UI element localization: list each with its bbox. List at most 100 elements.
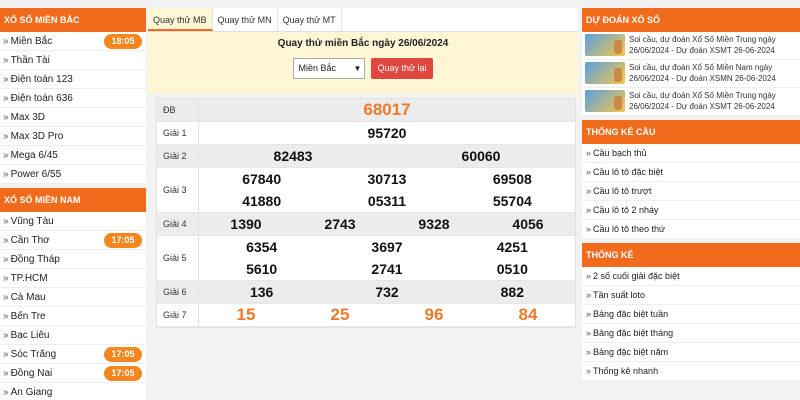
stats-link[interactable]: » 2 số cuối giải đặc biệt [582, 267, 800, 286]
prize-number: 30713 [367, 171, 407, 187]
bullet-icon: » [586, 347, 592, 357]
stats-link[interactable]: » Bảng đặc biệt tuần [582, 305, 800, 324]
prediction-line: Soi cầu, dự đoán Xổ Số Miền Trung ngày [629, 35, 776, 44]
stats-link-label: Tần suất loto [593, 290, 646, 300]
stats-panel: Thống kê » 2 số cuối giải đặc biệt» Tần su… [582, 243, 800, 381]
draw-time-badge: 17:05 [104, 233, 142, 248]
stats-title: Thống kê [582, 243, 800, 267]
prize-number: 6354 [246, 239, 278, 255]
lottery-link[interactable]: » Vũng Tàu [0, 212, 146, 231]
prize-label: Giải 4 [157, 213, 199, 235]
lottery-link[interactable]: » Bến Tre [0, 307, 146, 326]
stats-link-label: Cầu bạch thủ [593, 148, 647, 158]
prediction-text: Soi cầu, dự đoán Xổ Số Miền Nam ngày 26/0… [629, 62, 776, 85]
prediction-item[interactable]: Soi cầu, dự đoán Xổ Số Miền Trung ngày 26… [582, 88, 800, 116]
lottery-link-label: Sóc Trăng [10, 349, 57, 360]
prize-number: 2743 [324, 216, 356, 232]
prediction-title: Dự đoán xổ số [582, 8, 800, 32]
prize-number: 1390 [230, 216, 262, 232]
prediction-thumbnail [585, 90, 625, 112]
bullet-icon: » [3, 235, 9, 246]
lottery-link[interactable]: » Đồng Tháp [0, 250, 146, 269]
bullet-icon: » [586, 186, 592, 196]
south-lottery-panel: Xổ Số Miền Nam » Vũng Tàu» Cần Thơ 17:05» Đồ… [0, 188, 146, 400]
prize-label: Giải 6 [157, 281, 199, 303]
prize-number: 136 [249, 284, 274, 300]
prediction-text: Soi cầu, dự đoán Xổ Số Miền Trung ngày 26… [629, 90, 776, 113]
bullet-icon: » [586, 328, 592, 338]
prize-number: 882 [500, 284, 524, 300]
prediction-panel: Dự đoán xổ số Soi cầu, dự đoán Xổ Số Miề… [582, 8, 800, 116]
bullet-icon: » [3, 330, 9, 341]
stats-link[interactable]: » Bảng đặc biệt năm [582, 343, 800, 362]
stats-link[interactable]: » Thống kê nhanh [582, 362, 800, 381]
lottery-link-label: Điện toán 123 [10, 74, 73, 85]
lottery-link[interactable]: » Sóc Trăng 17:05 [0, 345, 146, 364]
stats-link-label: Cầu lô tô 2 nháy [593, 205, 659, 215]
tab-spin-mt[interactable]: Quay thử MT [278, 8, 342, 31]
stats-link[interactable]: » Cầu lô tô đặc biệt [582, 163, 800, 182]
prize-number: 05311 [367, 193, 407, 209]
lottery-link[interactable]: » Max 3D Pro [0, 127, 146, 146]
prediction-list: Soi cầu, dự đoán Xổ Số Miền Trung ngày 26… [582, 32, 800, 116]
bullet-icon: » [586, 205, 592, 215]
bullet-icon: » [3, 349, 9, 360]
lottery-link[interactable]: » Bạc Liêu [0, 326, 146, 345]
tab-spin-mn[interactable]: Quay thử MN [213, 8, 278, 31]
stats-link[interactable]: » Bảng đặc biệt tháng [582, 324, 800, 343]
prize-row: Giải 5 6354 3697 4251 5610 2741 0510 [157, 236, 575, 281]
stats-link[interactable]: » Cầu lô tô 2 nháy [582, 201, 800, 220]
lottery-link[interactable]: » TP.HCM [0, 269, 146, 288]
bullet-icon: » [586, 366, 592, 376]
prize-numbers: 15 25 96 84 [199, 304, 575, 326]
prediction-thumbnail [585, 62, 625, 84]
prize-numbers: 136 732 882 [199, 281, 575, 303]
prize-label: Giải 1 [157, 122, 199, 144]
lottery-link[interactable]: » Đồng Nai 17:05 [0, 364, 146, 383]
lottery-link-label: Mega 6/45 [10, 150, 58, 161]
lottery-link[interactable]: » Cà Mau [0, 288, 146, 307]
region-select[interactable]: Miền Bắc ▼ [293, 58, 366, 79]
lottery-link-label: Vũng Tàu [10, 216, 54, 227]
cau-stats-title: Thống kê cầu [582, 120, 800, 144]
lottery-link-label: Bến Tre [10, 311, 46, 322]
lottery-link-label: Max 3D Pro [10, 131, 64, 142]
prize-number: 732 [375, 284, 399, 300]
bullet-icon: » [586, 148, 592, 158]
prize-number: 41880 [242, 193, 282, 209]
lottery-link[interactable]: » Miền Bắc 18:05 [0, 32, 146, 51]
lottery-link[interactable]: » Mega 6/45 [0, 146, 146, 165]
prize-number: 67840 [242, 171, 282, 187]
tab-spin-mb[interactable]: Quay thử MB [148, 8, 213, 31]
prize-number: 25 [330, 305, 350, 324]
bullet-icon: » [586, 167, 592, 177]
prize-row: Giải 2 82483 60060 [157, 145, 575, 168]
prize-number: 84 [518, 305, 538, 324]
bullet-icon: » [586, 224, 592, 234]
stats-link[interactable]: » Cầu lô tô trượt [582, 182, 800, 201]
lottery-link-label: Cần Thơ [10, 235, 50, 246]
lottery-link[interactable]: » Thần Tài [0, 51, 146, 70]
prize-number: 69508 [492, 171, 532, 187]
lottery-link[interactable]: » Max 3D [0, 108, 146, 127]
lottery-link[interactable]: » An Giang [0, 383, 146, 400]
stats-link[interactable]: » Tần suất loto [582, 286, 800, 305]
bullet-icon: » [3, 273, 9, 284]
stats-link[interactable]: » Cầu bạch thủ [582, 144, 800, 163]
lottery-link[interactable]: » Cần Thơ 17:05 [0, 231, 146, 250]
bullet-icon: » [3, 74, 9, 85]
prize-number: 5610 [246, 261, 278, 277]
lottery-link[interactable]: » Power 6/55 [0, 165, 146, 184]
lottery-link[interactable]: » Điện toán 636 [0, 89, 146, 108]
stats-link[interactable]: » Cầu lô tô theo thứ [582, 220, 800, 239]
prediction-item[interactable]: Soi cầu, dự đoán Xổ Số Miền Trung ngày 26… [582, 32, 800, 60]
prediction-line: 26/06/2024 - Dự đoán XSMT 26-06-2024 [629, 102, 775, 111]
prize-row: ĐB 68017 [157, 99, 575, 122]
stats-link-label: Cầu lô tô trượt [593, 186, 652, 196]
respin-button[interactable]: Quay thử lại [371, 58, 433, 79]
prediction-item[interactable]: Soi cầu, dự đoán Xổ Số Miền Nam ngày 26/0… [582, 60, 800, 88]
prize-row: Giải 7 15 25 96 84 [157, 304, 575, 327]
lottery-link[interactable]: » Điện toán 123 [0, 70, 146, 89]
bullet-icon: » [3, 216, 9, 227]
bullet-icon: » [3, 93, 9, 104]
